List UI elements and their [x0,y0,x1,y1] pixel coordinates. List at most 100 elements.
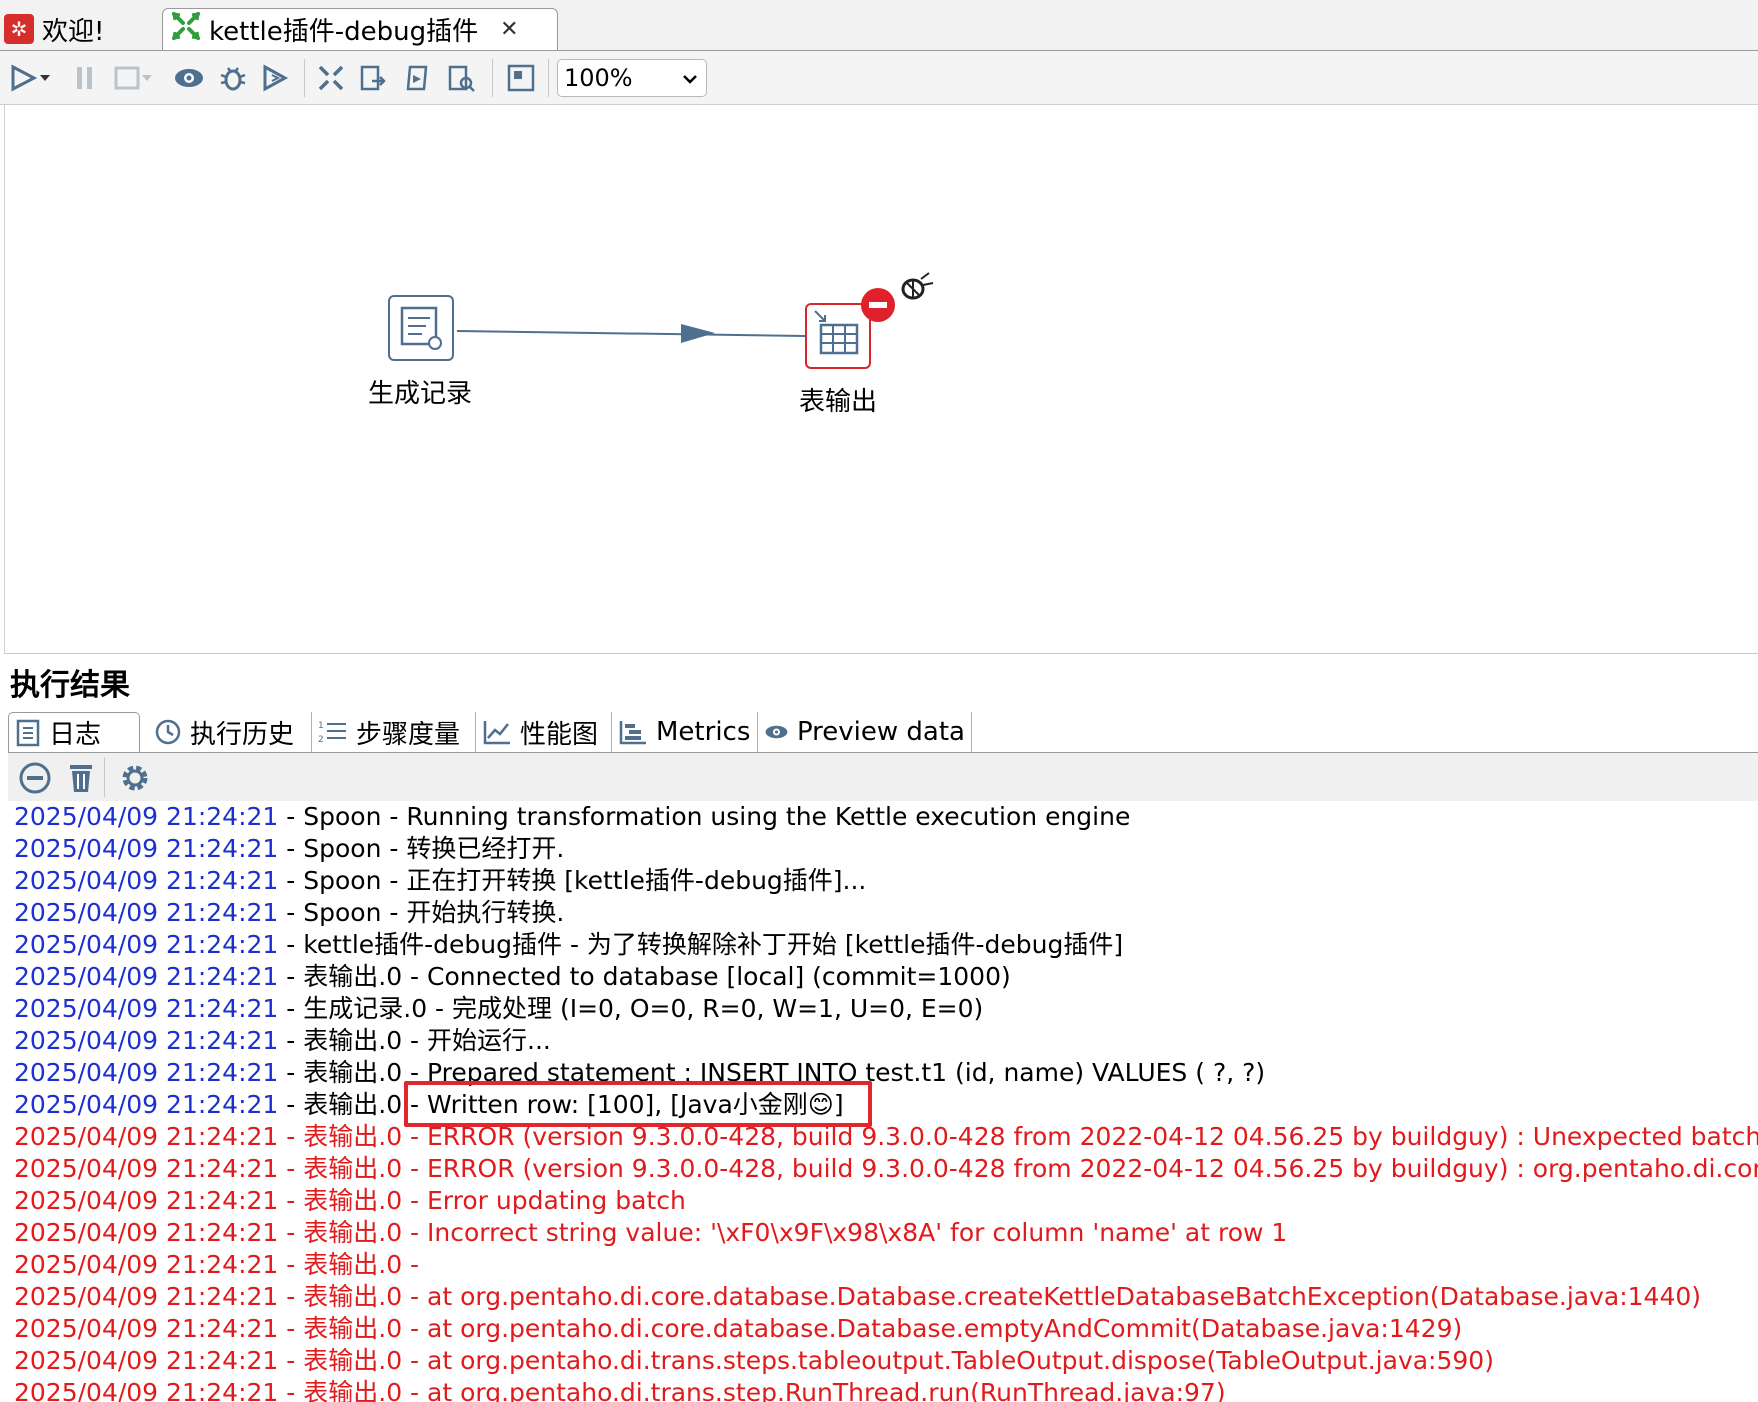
bug-icon[interactable] [893,269,935,309]
error-badge-icon[interactable] [861,288,895,322]
run-dropdown-icon[interactable] [36,61,54,95]
run-icon[interactable] [6,61,40,95]
stop-dropdown-icon[interactable] [138,61,156,95]
tab-log-label: 日志 [49,720,102,750]
log-line-selected: 2025/04/09 21:24:21 - 表输出.0 - Written ro… [14,1089,1758,1121]
step-generate-rows[interactable] [388,295,454,361]
tab-log[interactable]: 日志 [8,712,140,752]
step-table-output-label: 表输出 [799,387,878,417]
log-timestamp: 2025/04/09 21:24:21 [14,1250,279,1279]
log-line-error: 2025/04/09 21:24:21 - 表输出.0 - at org.pen… [14,1313,1758,1345]
debug-icon[interactable] [216,61,250,95]
gantt-icon [619,721,646,745]
sql-icon[interactable] [400,61,434,95]
clock-icon [155,719,181,745]
log-line-error: 2025/04/09 21:24:21 - 表输出.0 - ERROR (ver… [14,1153,1758,1185]
log-line: 2025/04/09 21:24:21 - Spoon - 开始执行转换. [14,897,1758,929]
log-line: 2025/04/09 21:24:21 - 表输出.0 - 开始运行... [14,1025,1758,1057]
results-tabs: 日志 执行历史 12 步骤度量 性能图 Metrics Preview data [8,712,1758,753]
tab-history[interactable]: 执行历史 [148,712,312,752]
log-message: - 表输出.0 - Incorrect string value: '\xF0\… [278,1218,1288,1247]
tab-transformation[interactable]: kettle插件-debug插件 ✕ [162,8,558,50]
editor-tab-bar: ✲ 欢迎! kettle插件-debug插件 ✕ [0,0,1758,51]
svg-text:2: 2 [318,735,324,745]
log-timestamp: 2025/04/09 21:24:21 [14,1026,279,1055]
tab-welcome[interactable]: ✲ 欢迎! [4,8,154,50]
log-timestamp: 2025/04/09 21:24:21 [14,1090,279,1119]
log-output[interactable]: 2025/04/09 21:24:21 - Spoon - Running tr… [14,801,1758,1402]
tab-history-label: 执行历史 [190,719,295,750]
log-line-error: 2025/04/09 21:24:21 - 表输出.0 - at org.pen… [14,1281,1758,1313]
log-timestamp: 2025/04/09 21:24:21 [14,834,279,863]
step-generate-rows-label: 生成记录 [368,379,473,409]
log-line-error: 2025/04/09 21:24:21 - 表输出.0 - ERROR (ver… [14,1121,1758,1153]
log-timestamp: 2025/04/09 21:24:21 [14,866,279,895]
tab-step-metrics[interactable]: 12 步骤度量 [312,712,476,752]
grid-icon[interactable] [504,61,538,95]
log-message: - 表输出.0 - Error updating batch [278,1186,686,1215]
log-message: - 表输出.0 - at org.pentaho.di.trans.steps.… [278,1346,1494,1375]
log-line: 2025/04/09 21:24:21 - Spoon - 正在打开转换 [ke… [14,865,1758,897]
log-timestamp: 2025/04/09 21:24:21 [14,962,279,991]
svg-text:1: 1 [318,721,324,731]
toolbar: 100% [0,51,1758,105]
spoon-icon: ✲ [4,14,34,44]
log-message: - Spoon - 正在打开转换 [kettle插件-debug插件]... [278,866,867,895]
log-icon [16,719,40,746]
impact-icon[interactable] [356,61,390,95]
log-timestamp: 2025/04/09 21:24:21 [14,1314,279,1343]
verify-icon[interactable] [314,61,348,95]
eye-icon[interactable] [172,61,206,95]
log-line-error: 2025/04/09 21:24:21 - 表输出.0 - at org.pen… [14,1345,1758,1377]
eye-icon [765,725,788,739]
log-timestamp: 2025/04/09 21:24:21 [14,1282,279,1311]
tab-step-metrics-label: 步骤度量 [356,719,461,750]
log-message: - 表输出.0 - at org.pentaho.di.trans.step.R… [278,1378,1226,1402]
close-icon[interactable]: ✕ [500,17,518,42]
chevron-down-icon [682,66,698,90]
log-timestamp: 2025/04/09 21:24:21 [14,930,279,959]
log-line: 2025/04/09 21:24:21 - 表输出.0 - Prepared s… [14,1057,1758,1089]
log-line-error: 2025/04/09 21:24:21 - 表输出.0 - [14,1249,1758,1281]
log-line: 2025/04/09 21:24:21 - Spoon - Running tr… [14,801,1758,833]
log-message: - 生成记录.0 - 完成处理 (I=0, O=0, R=0, W=1, U=0… [278,994,984,1023]
tab-preview-data[interactable]: Preview data [758,712,972,752]
log-line-error: 2025/04/09 21:24:21 - 表输出.0 - Error upda… [14,1185,1758,1217]
highlight-annotation-box [404,1081,872,1127]
explore-db-icon[interactable] [444,61,478,95]
log-message: - 表输出.0 - Connected to database [local] … [278,962,1011,991]
log-timestamp: 2025/04/09 21:24:21 [14,898,279,927]
log-timestamp: 2025/04/09 21:24:21 [14,1154,279,1183]
tab-performance-label: 性能图 [520,719,599,750]
zoom-value: 100% [564,64,633,92]
list-numbered-icon: 12 [318,721,346,745]
pause-icon[interactable] [68,61,102,95]
tab-metrics[interactable]: Metrics [612,712,758,752]
hop-arrow[interactable] [5,105,1758,653]
log-message: - 表输出.0 - [278,1250,420,1279]
log-timestamp: 2025/04/09 21:24:21 [14,1186,279,1215]
log-message: - 表输出.0 - ERROR (version 9.3.0.0-428, bu… [278,1154,1758,1183]
log-message: - Spoon - Running transformation using t… [278,802,1131,831]
log-message: - 表输出.0 - at org.pentaho.di.core.databas… [278,1282,1702,1311]
log-timestamp: 2025/04/09 21:24:21 [14,1122,279,1151]
log-line: 2025/04/09 21:24:21 - 表输出.0 - Connected … [14,961,1758,993]
gear-icon[interactable] [118,761,152,799]
trash-icon[interactable] [64,761,98,799]
transformation-canvas[interactable]: 生成记录 表输出 [4,105,1758,654]
tab-performance[interactable]: 性能图 [476,712,612,752]
log-message: - 表输出.0 - at org.pentaho.di.core.databas… [278,1314,1463,1343]
log-message: - 表输出.0 - 开始运行... [278,1026,551,1055]
replay-icon[interactable] [258,61,292,95]
log-timestamp: 2025/04/09 21:24:21 [14,994,279,1023]
tab-transformation-label: kettle插件-debug插件 [209,17,479,47]
log-message: - kettle插件-debug插件 - 为了转换解除补丁开始 [kettle插… [278,930,1124,959]
tab-metrics-label: Metrics [656,717,751,747]
clear-log-icon[interactable] [18,761,52,799]
log-line-error: 2025/04/09 21:24:21 - 表输出.0 - Incorrect … [14,1217,1758,1249]
log-line: 2025/04/09 21:24:21 - 生成记录.0 - 完成处理 (I=0… [14,993,1758,1025]
tab-welcome-label: 欢迎! [42,16,105,47]
log-line-error: 2025/04/09 21:24:21 - 表输出.0 - at org.pen… [14,1377,1758,1402]
table-output-icon [814,310,859,355]
zoom-select[interactable]: 100% [557,59,707,97]
